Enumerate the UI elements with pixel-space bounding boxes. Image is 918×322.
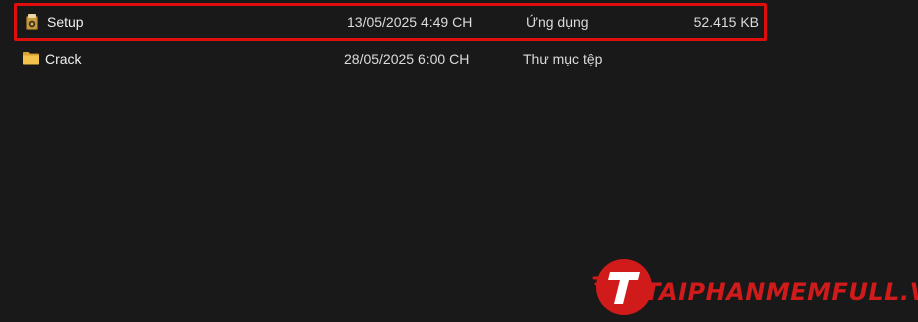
file-date-modified: 28/05/2025 6:00 CH	[344, 51, 470, 67]
file-date-modified: 13/05/2025 4:49 CH	[347, 14, 473, 30]
folder-icon	[22, 50, 40, 68]
file-row-crack[interactable]: Crack 28/05/2025 6:00 CH Thư mục tệp	[14, 41, 767, 79]
watermark-text: TAIPHANMEMFULL.VN	[644, 278, 918, 306]
file-type: Thư mục tệp	[523, 51, 603, 67]
site-watermark: TAIPHANMEMFULL.VN	[588, 252, 918, 322]
file-row-setup[interactable]: Setup 13/05/2025 4:49 CH Ứng dụng 52.415…	[14, 3, 767, 41]
file-type: Ứng dụng	[526, 14, 589, 30]
installer-icon	[23, 13, 41, 31]
file-name: Setup	[47, 14, 84, 30]
file-name: Crack	[45, 51, 82, 67]
file-size: 52.415 KB	[693, 14, 759, 30]
file-explorer-view: Setup 13/05/2025 4:49 CH Ứng dụng 52.415…	[0, 0, 918, 322]
